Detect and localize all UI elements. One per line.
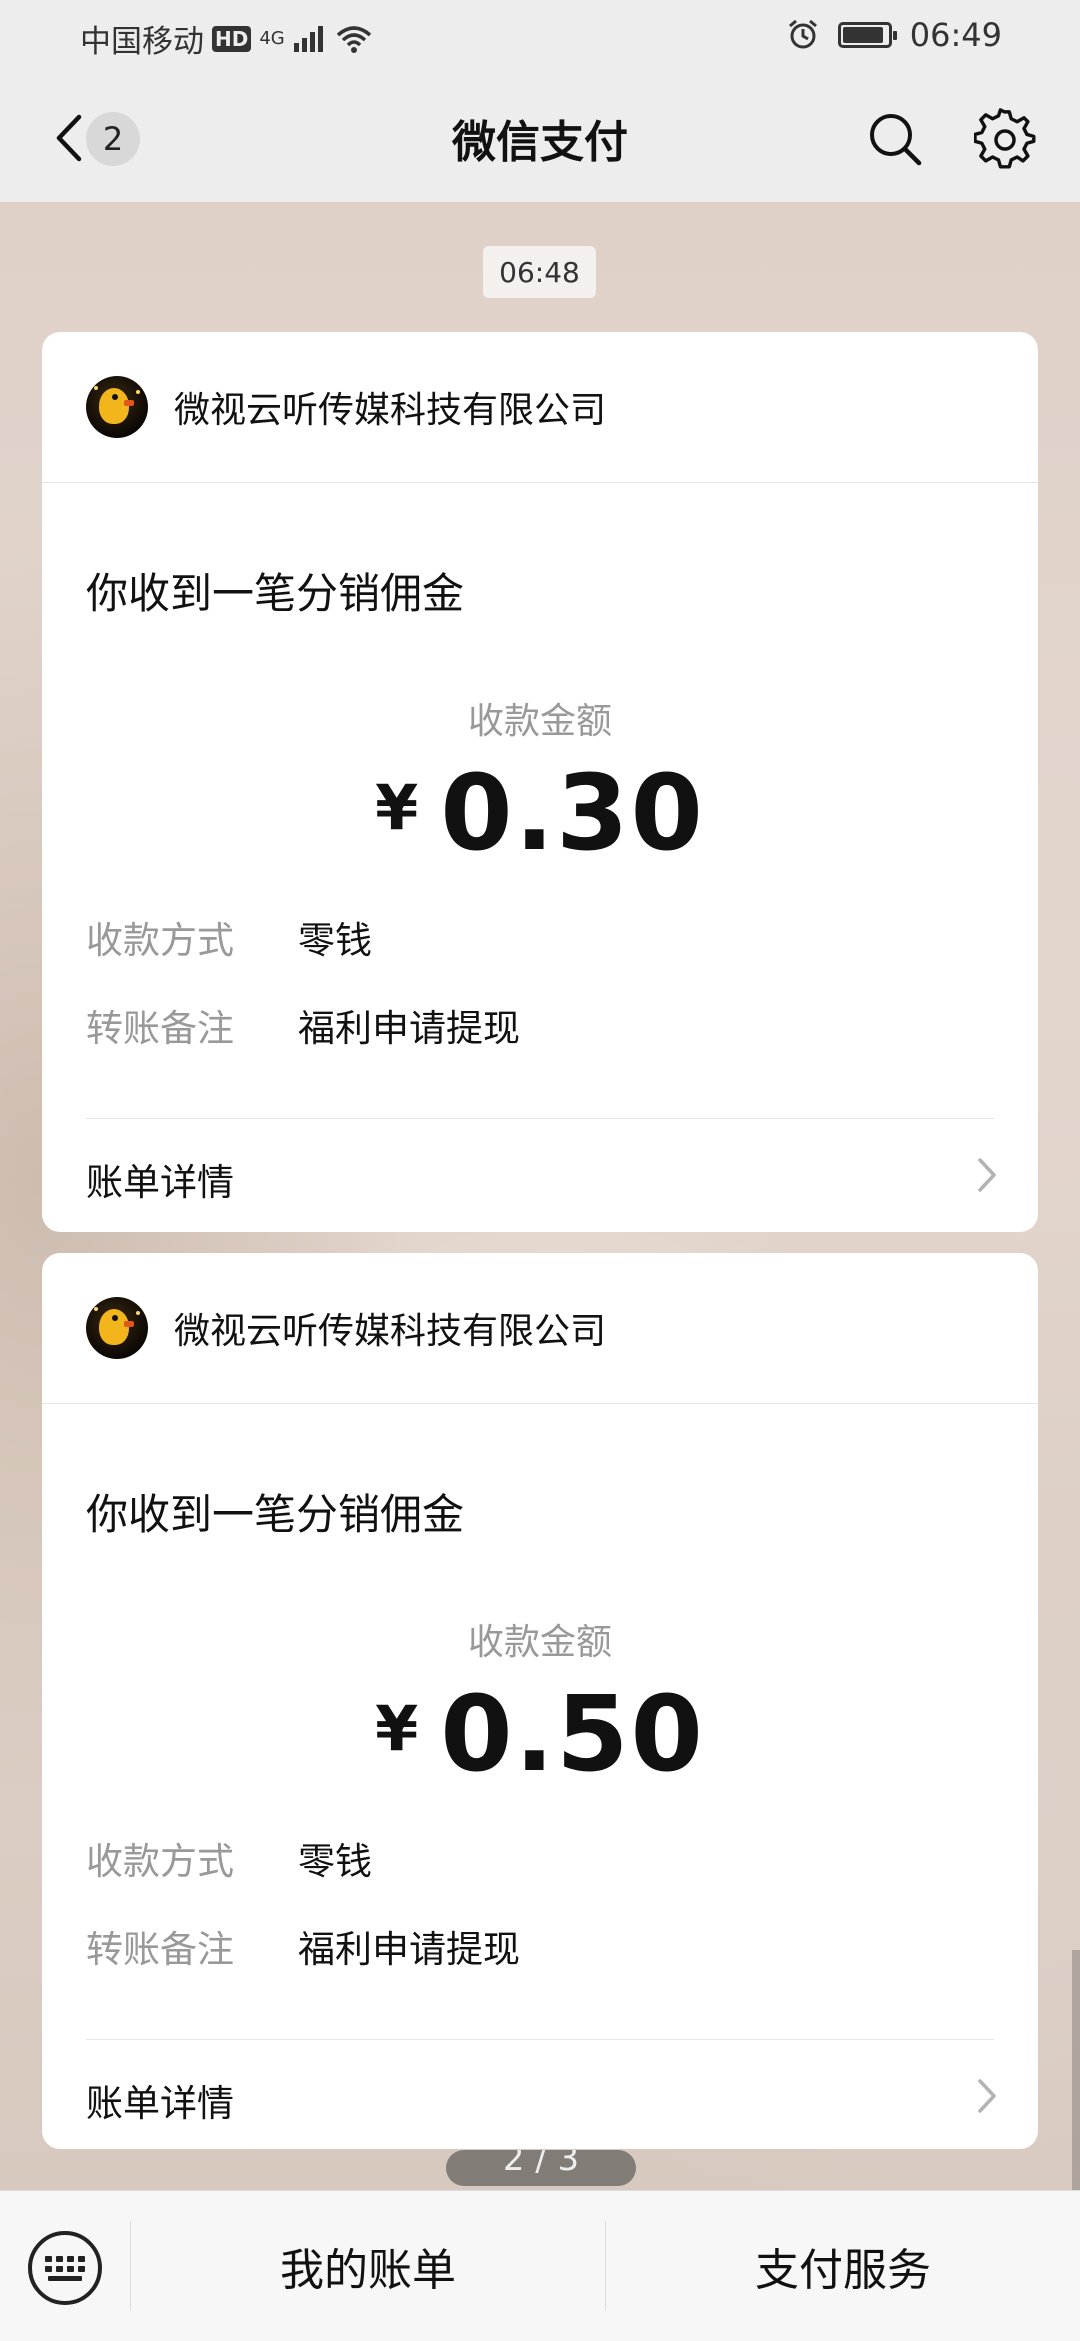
nav-bar: 2 微信支付	[0, 72, 1080, 202]
alarm-icon	[788, 19, 817, 49]
payment-method-label: 收款方式	[86, 919, 234, 962]
background-page-indicator: 2 / 3	[446, 2150, 636, 2186]
search-button[interactable]	[866, 110, 924, 168]
gear-icon	[973, 108, 1036, 169]
chevron-right-icon[interactable]	[972, 2075, 1002, 2117]
chevron-right-icon[interactable]	[972, 1154, 1002, 1196]
card-header[interactable]: 微视云听传媒科技有限公司	[42, 1253, 1038, 1404]
payment-method-value: 零钱	[298, 1840, 372, 1883]
payment-method-value: 零钱	[298, 919, 372, 962]
carrier-name: 中国移动	[80, 24, 204, 60]
divider	[86, 1118, 994, 1119]
transfer-note-row: 转账备注 福利申请提现	[86, 998, 520, 1052]
payment-method-row: 收款方式 零钱	[86, 1831, 372, 1885]
scroll-indicator	[1072, 1950, 1080, 2190]
transfer-note-label: 转账备注	[86, 1928, 234, 1971]
amount-display: ¥ 0.50	[42, 1673, 1038, 1795]
currency-symbol: ¥	[375, 1692, 419, 1765]
status-bar: 中国移动 HD 4G 06:49	[0, 0, 1080, 72]
signal-icon	[293, 25, 323, 52]
amount-label: 收款金额	[467, 1622, 612, 1663]
wifi-icon	[336, 25, 371, 53]
amount-label: 收款金额	[467, 701, 612, 742]
bottom-menu-bar: 我的账单 支付服务	[0, 2190, 1080, 2341]
payment-card[interactable]: 微视云听传媒科技有限公司 你收到一笔分销佣金 收款金额 ¥ 0.30 收款方式 …	[42, 332, 1038, 1232]
merchant-name: 微视云听传媒科技有限公司	[174, 390, 607, 431]
settings-button[interactable]	[973, 108, 1036, 170]
transfer-note-label: 转账备注	[86, 1007, 234, 1050]
transfer-note-value: 福利申请提现	[298, 1928, 520, 1971]
currency-symbol: ¥	[375, 771, 419, 844]
clock: 06:49	[909, 16, 1002, 54]
transfer-note-value: 福利申请提现	[298, 1007, 520, 1050]
status-right: 06:49	[786, 16, 1002, 54]
bill-detail-link[interactable]: 账单详情	[86, 2073, 234, 2127]
network-type: 4G	[259, 28, 285, 49]
search-icon	[870, 114, 922, 166]
keyboard-icon	[45, 2255, 85, 2281]
bill-detail-link[interactable]: 账单详情	[86, 1152, 234, 1206]
my-bills-button[interactable]: 我的账单	[131, 2191, 605, 2341]
amount-value: 0.30	[440, 752, 705, 874]
payment-card[interactable]: 微视云听传媒科技有限公司 你收到一笔分销佣金 收款金额 ¥ 0.50 收款方式 …	[42, 1253, 1038, 2149]
transfer-note-row: 转账备注 福利申请提现	[86, 1919, 520, 1973]
merchant-avatar	[86, 376, 148, 438]
card-header[interactable]: 微视云听传媒科技有限公司	[42, 332, 1038, 483]
amount-display: ¥ 0.30	[42, 752, 1038, 874]
battery-icon	[837, 22, 897, 48]
payment-method-row: 收款方式 零钱	[86, 910, 372, 964]
payment-method-label: 收款方式	[86, 1840, 234, 1883]
notification-title: 你收到一笔分销佣金	[86, 569, 465, 618]
message-timestamp: 06:48	[483, 246, 596, 298]
notification-title: 你收到一笔分销佣金	[86, 1490, 465, 1539]
pay-services-button[interactable]: 支付服务	[606, 2191, 1080, 2341]
keyboard-toggle-button[interactable]	[28, 2231, 102, 2305]
merchant-name: 微视云听传媒科技有限公司	[174, 1311, 607, 1352]
hd-badge: HD	[212, 25, 252, 52]
merchant-avatar	[86, 1297, 148, 1359]
amount-value: 0.50	[440, 1673, 705, 1795]
status-left: 中国移动 HD 4G	[80, 16, 373, 61]
divider	[86, 2039, 994, 2040]
